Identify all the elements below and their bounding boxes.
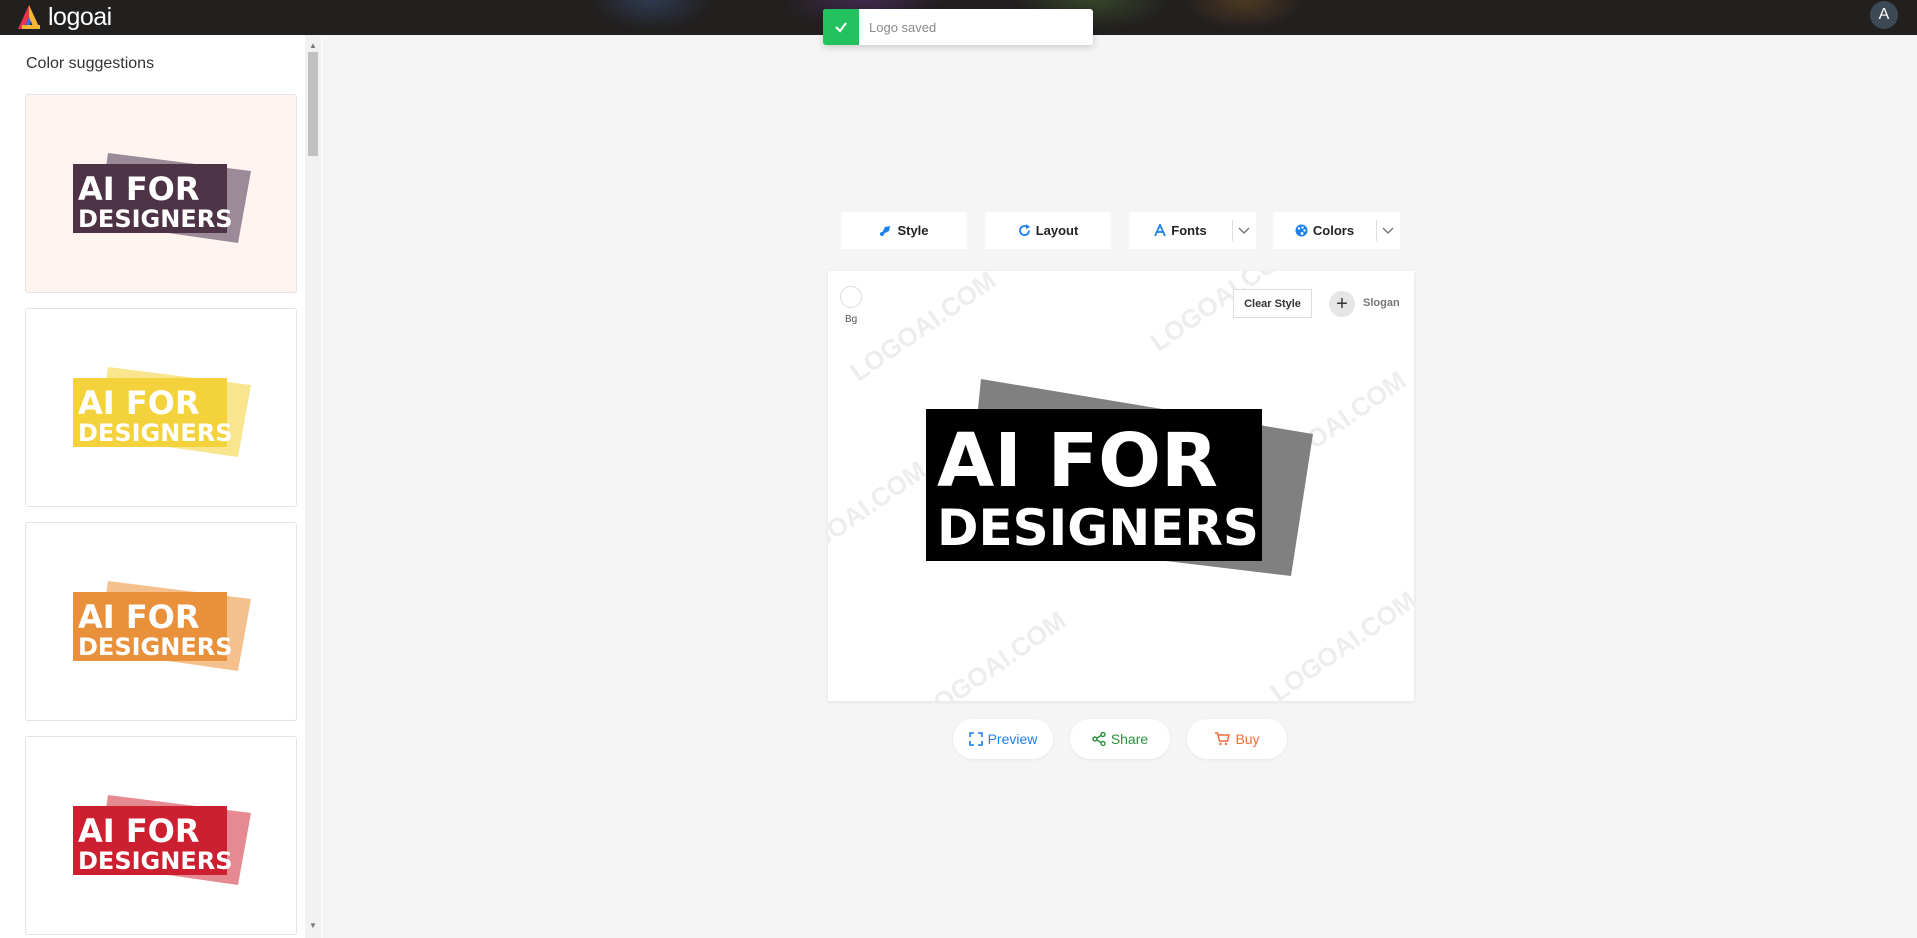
layout-label: Layout (1035, 223, 1079, 238)
bg-label: Bg (845, 314, 858, 325)
scroll-down-icon[interactable]: ▼ (305, 917, 321, 933)
watermark: LOGOAI.COM (828, 454, 932, 578)
logo-thumbnail: AI FOR DESIGNERS (73, 795, 251, 885)
chevron-down-icon (1382, 227, 1394, 234)
colors-button[interactable]: Colors (1273, 212, 1376, 249)
toast-notification: Logo saved (823, 9, 1093, 45)
palette-icon (1295, 224, 1308, 237)
suggestion-card[interactable]: AI FOR DESIGNERS (25, 736, 297, 935)
clear-style-button[interactable]: Clear Style (1233, 289, 1312, 318)
thumb-line1: AI FOR (78, 598, 200, 636)
thumb-line2: DESIGNERS (78, 847, 232, 875)
thumb-line1: AI FOR (78, 170, 200, 208)
chevron-down-icon (1238, 227, 1250, 234)
font-a-icon (1154, 224, 1167, 237)
layout-button[interactable]: Layout (985, 212, 1111, 249)
colors-label: Colors (1312, 223, 1355, 238)
share-label: Share (1110, 731, 1149, 747)
thumb-line2: DESIGNERS (78, 633, 232, 661)
scroll-up-icon[interactable]: ▲ (305, 37, 321, 53)
check-icon (823, 9, 859, 45)
watermark: LOGOAI.COM (914, 604, 1072, 701)
thumb-line1: AI FOR (78, 812, 200, 850)
suggestion-card[interactable]: AI FOR DESIGNERS (25, 308, 297, 507)
watermark: LOGOAI.COM (1264, 584, 1414, 701)
cart-icon (1214, 732, 1231, 746)
logo-thumbnail: AI FOR DESIGNERS (73, 367, 251, 457)
fonts-button[interactable]: Fonts (1129, 212, 1232, 249)
logoai-mark-icon (18, 5, 40, 29)
slogan-label: Slogan (1363, 297, 1400, 309)
expand-icon (968, 732, 983, 746)
thumb-line2: DESIGNERS (78, 419, 232, 447)
logo-thumbnail: AI FOR DESIGNERS (73, 581, 251, 671)
sidebar-scrollbar[interactable]: ▲ ▼ (305, 35, 321, 938)
colors-dropdown-toggle[interactable] (1376, 212, 1400, 249)
scroll-thumb[interactable] (308, 52, 318, 156)
user-avatar[interactable]: A (1870, 1, 1898, 29)
style-icon (879, 224, 892, 237)
preview-label: Preview (987, 731, 1038, 747)
fonts-label: Fonts (1171, 223, 1207, 238)
thumb-line1: AI FOR (78, 384, 200, 422)
add-slogan-button[interactable]: + (1329, 291, 1355, 317)
fonts-dropdown-toggle[interactable] (1232, 212, 1256, 249)
brand-logo[interactable]: logoai (14, 2, 112, 32)
color-suggestions-panel: Color suggestions AI FOR DESIGNERS AI FO… (0, 35, 322, 938)
brand-name: logoai (48, 2, 112, 31)
suggestion-list: AI FOR DESIGNERS AI FOR DESIGNERS AI FOR… (25, 94, 297, 938)
share-button[interactable]: Share (1070, 719, 1170, 759)
buy-label: Buy (1235, 731, 1260, 747)
background-color-picker[interactable] (840, 286, 862, 308)
logo-artwork[interactable]: AI FOR DESIGNERS (923, 379, 1323, 584)
refresh-icon (1018, 224, 1031, 237)
share-icon (1092, 732, 1106, 746)
logo-line1: AI FOR (937, 418, 1218, 504)
style-label: Style (897, 223, 929, 238)
panel-title: Color suggestions (26, 55, 155, 72)
logo-canvas[interactable]: LOGOAI.COM LOGOAI.COM LOGOAI.COM LOGOAI.… (828, 271, 1414, 701)
logo-thumbnail: AI FOR DESIGNERS (73, 153, 251, 243)
suggestion-card[interactable]: AI FOR DESIGNERS (25, 522, 297, 721)
logo-line2: DESIGNERS (937, 499, 1259, 557)
toast-message: Logo saved (869, 19, 937, 35)
preview-button[interactable]: Preview (953, 719, 1053, 759)
thumb-line2: DESIGNERS (78, 205, 232, 233)
plus-icon: + (1336, 292, 1348, 315)
watermark: LOGOAI.COM (844, 271, 1002, 388)
style-button[interactable]: Style (841, 212, 967, 249)
suggestion-card[interactable]: AI FOR DESIGNERS (25, 94, 297, 293)
buy-button[interactable]: Buy (1187, 719, 1287, 759)
